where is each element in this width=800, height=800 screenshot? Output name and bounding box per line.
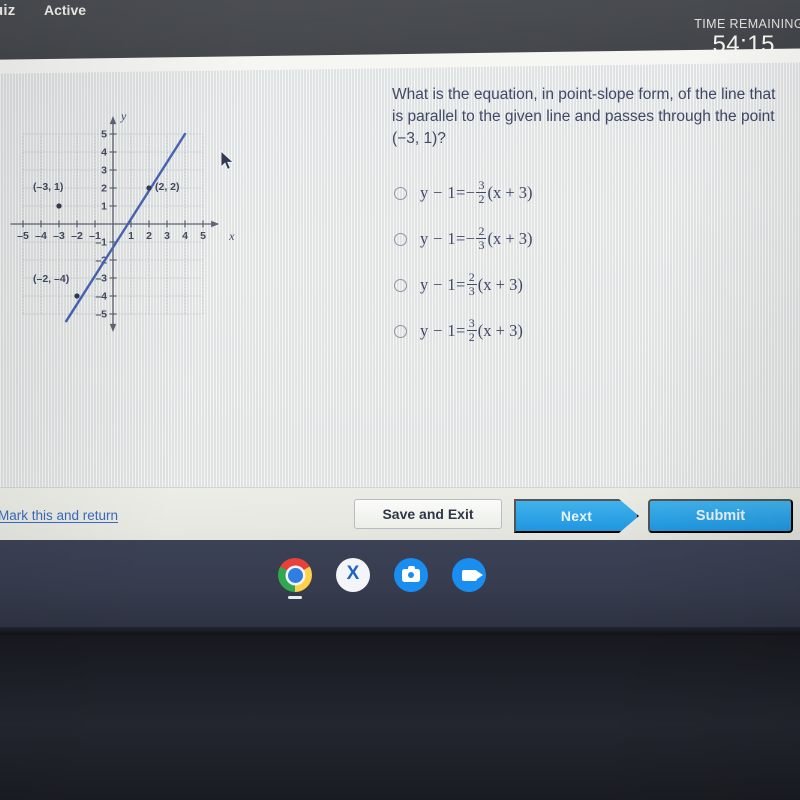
plotted-point xyxy=(56,203,62,209)
y-axis-label: y xyxy=(120,109,127,123)
radio-button-b[interactable] xyxy=(394,232,407,246)
fraction-numerator-d: 3 xyxy=(468,315,475,330)
x-tick-label: –5 xyxy=(17,230,29,242)
answer-option-c[interactable]: y − 1= 2 3 (x + 3) xyxy=(392,262,788,308)
next-button[interactable]: Next xyxy=(514,499,639,533)
radio-button-c[interactable] xyxy=(394,278,407,292)
x-tick-label: –2 xyxy=(71,230,83,242)
answer-equation-c: y − 1= 2 3 (x + 3) xyxy=(420,269,523,298)
fraction-numerator-a: 3 xyxy=(478,177,485,192)
y-tick-label: 2 xyxy=(101,183,107,195)
fraction-denominator-b: 3 xyxy=(476,237,487,252)
fraction-numerator-b: 2 xyxy=(478,223,485,238)
fraction-denominator-a: 2 xyxy=(476,191,487,206)
screenshot-root: hp X uiz Active TIME REMAINING 54:15 xyxy=(0,0,800,800)
laptop-body: hp xyxy=(0,630,800,800)
x-axis-arrow xyxy=(211,220,220,228)
fraction-a: 32 xyxy=(476,177,487,206)
fraction-numerator-c: 2 xyxy=(468,269,475,284)
video-icon[interactable] xyxy=(452,558,486,592)
y-tick-label: 5 xyxy=(101,129,107,141)
equation-lead-d: y − 1= xyxy=(420,321,466,340)
x-tick-label: –4 xyxy=(35,230,47,242)
quiz-app-title: uiz xyxy=(0,2,16,19)
fraction-denominator-d: 2 xyxy=(466,329,477,344)
mark-this-and-return-link[interactable]: Mark this and return xyxy=(0,508,118,523)
graph-axes xyxy=(10,116,220,332)
plotted-point xyxy=(74,293,80,299)
quiz-footer: Mark this and return Save and Exit Next … xyxy=(0,487,800,540)
radio-button-d[interactable] xyxy=(394,324,407,338)
x-tick-label: 3 xyxy=(164,230,170,242)
fraction-d: 32 xyxy=(466,315,477,344)
x-tick-label: 2 xyxy=(146,230,152,242)
equation-lead-a: y − 1=− xyxy=(420,183,476,202)
x-app-glyph: X xyxy=(346,563,360,584)
y-tick-label: 1 xyxy=(101,201,107,213)
equation-lead-b: y − 1=− xyxy=(420,229,476,248)
question-text: What is the equation, in point-slope for… xyxy=(392,86,776,147)
point-label: (2, 2) xyxy=(155,181,180,193)
chrome-active-indicator xyxy=(288,596,302,599)
radio-button-a[interactable] xyxy=(394,186,407,200)
answer-options-list: y − 1=− 3 2 (x + 3) y − 1=− 2 3 (x + 3) y − 1= 2 3… xyxy=(392,170,788,354)
x-tick-label: 1 xyxy=(128,230,134,242)
graph-svg: –5 –4 –3 –2 –1 1 2 3 4 554321–1–2–3–4–5xy (–3, 1)… xyxy=(10,109,235,332)
y-axis-arrow-down xyxy=(109,323,117,332)
answer-equation-a: y − 1=− 3 2 (x + 3) xyxy=(420,177,533,206)
y-tick-label: 3 xyxy=(101,165,107,177)
graph-tick-labels: –5 –4 –3 –2 –1 1 2 3 4 554321–1–2–3–4–5xy xyxy=(17,109,235,321)
question-block: What is the equation, in point-slope for… xyxy=(392,84,788,354)
point-label: (–3, 1) xyxy=(33,181,63,193)
timer-label: TIME REMAINING xyxy=(694,17,800,31)
equation-lead-c: y − 1= xyxy=(420,275,466,294)
y-tick-label: –5 xyxy=(95,309,107,321)
answer-option-d[interactable]: y − 1= 3 2 (x + 3) xyxy=(392,308,788,354)
camera-icon[interactable] xyxy=(394,558,428,592)
x-tick-label: –3 xyxy=(53,230,65,242)
x-tick-label: 4 xyxy=(182,230,188,242)
shelf-icon-list: X xyxy=(278,558,486,599)
equation-tail-c: (x + 3) xyxy=(477,275,523,294)
answer-equation-b: y − 1=− 2 3 (x + 3) xyxy=(420,223,533,252)
taskbar-shelf: X xyxy=(0,540,800,635)
x-tick-label: 5 xyxy=(200,230,206,242)
fraction-b: 23 xyxy=(476,223,487,252)
answer-equation-d: y − 1= 3 2 (x + 3) xyxy=(420,315,523,344)
mouse-cursor xyxy=(220,150,235,170)
x-axis-label: x xyxy=(228,229,235,243)
submit-button[interactable]: Submit xyxy=(648,499,793,533)
fraction-denominator-c: 3 xyxy=(466,283,477,298)
point-label: (–2, –4) xyxy=(33,273,69,285)
y-axis-arrow-up xyxy=(109,116,117,125)
y-tick-label: –4 xyxy=(95,291,107,303)
answer-option-b[interactable]: y − 1=− 2 3 (x + 3) xyxy=(392,216,788,262)
plotted-point xyxy=(146,185,152,191)
equation-tail-d: (x + 3) xyxy=(477,321,523,340)
video-glyph xyxy=(461,569,483,581)
quiz-content-area: –5 –4 –3 –2 –1 1 2 3 4 5 5 4 3 2 1 –1 –2 –3 –4 –5 x y (–3, 1)… xyxy=(0,62,800,487)
equation-tail-a: (x + 3) xyxy=(487,183,533,202)
coordinate-graph: –5 –4 –3 –2 –1 1 2 3 4 5 5 4 3 2 1 –1 –2 –3 –4 –5 x y (–3, 1)… xyxy=(8,84,258,349)
x-app-icon[interactable]: X xyxy=(336,558,370,592)
y-tick-label: 4 xyxy=(101,147,107,159)
chrome-icon[interactable] xyxy=(278,558,312,599)
save-and-exit-button[interactable]: Save and Exit xyxy=(354,499,502,529)
equation-tail-b: (x + 3) xyxy=(487,229,533,248)
y-tick-label: –1 xyxy=(95,237,107,249)
camera-glyph xyxy=(402,565,420,582)
fraction-c: 23 xyxy=(466,269,477,298)
quiz-status-badge: Active xyxy=(44,2,87,18)
answer-option-a[interactable]: y − 1=− 3 2 (x + 3) xyxy=(392,170,788,216)
